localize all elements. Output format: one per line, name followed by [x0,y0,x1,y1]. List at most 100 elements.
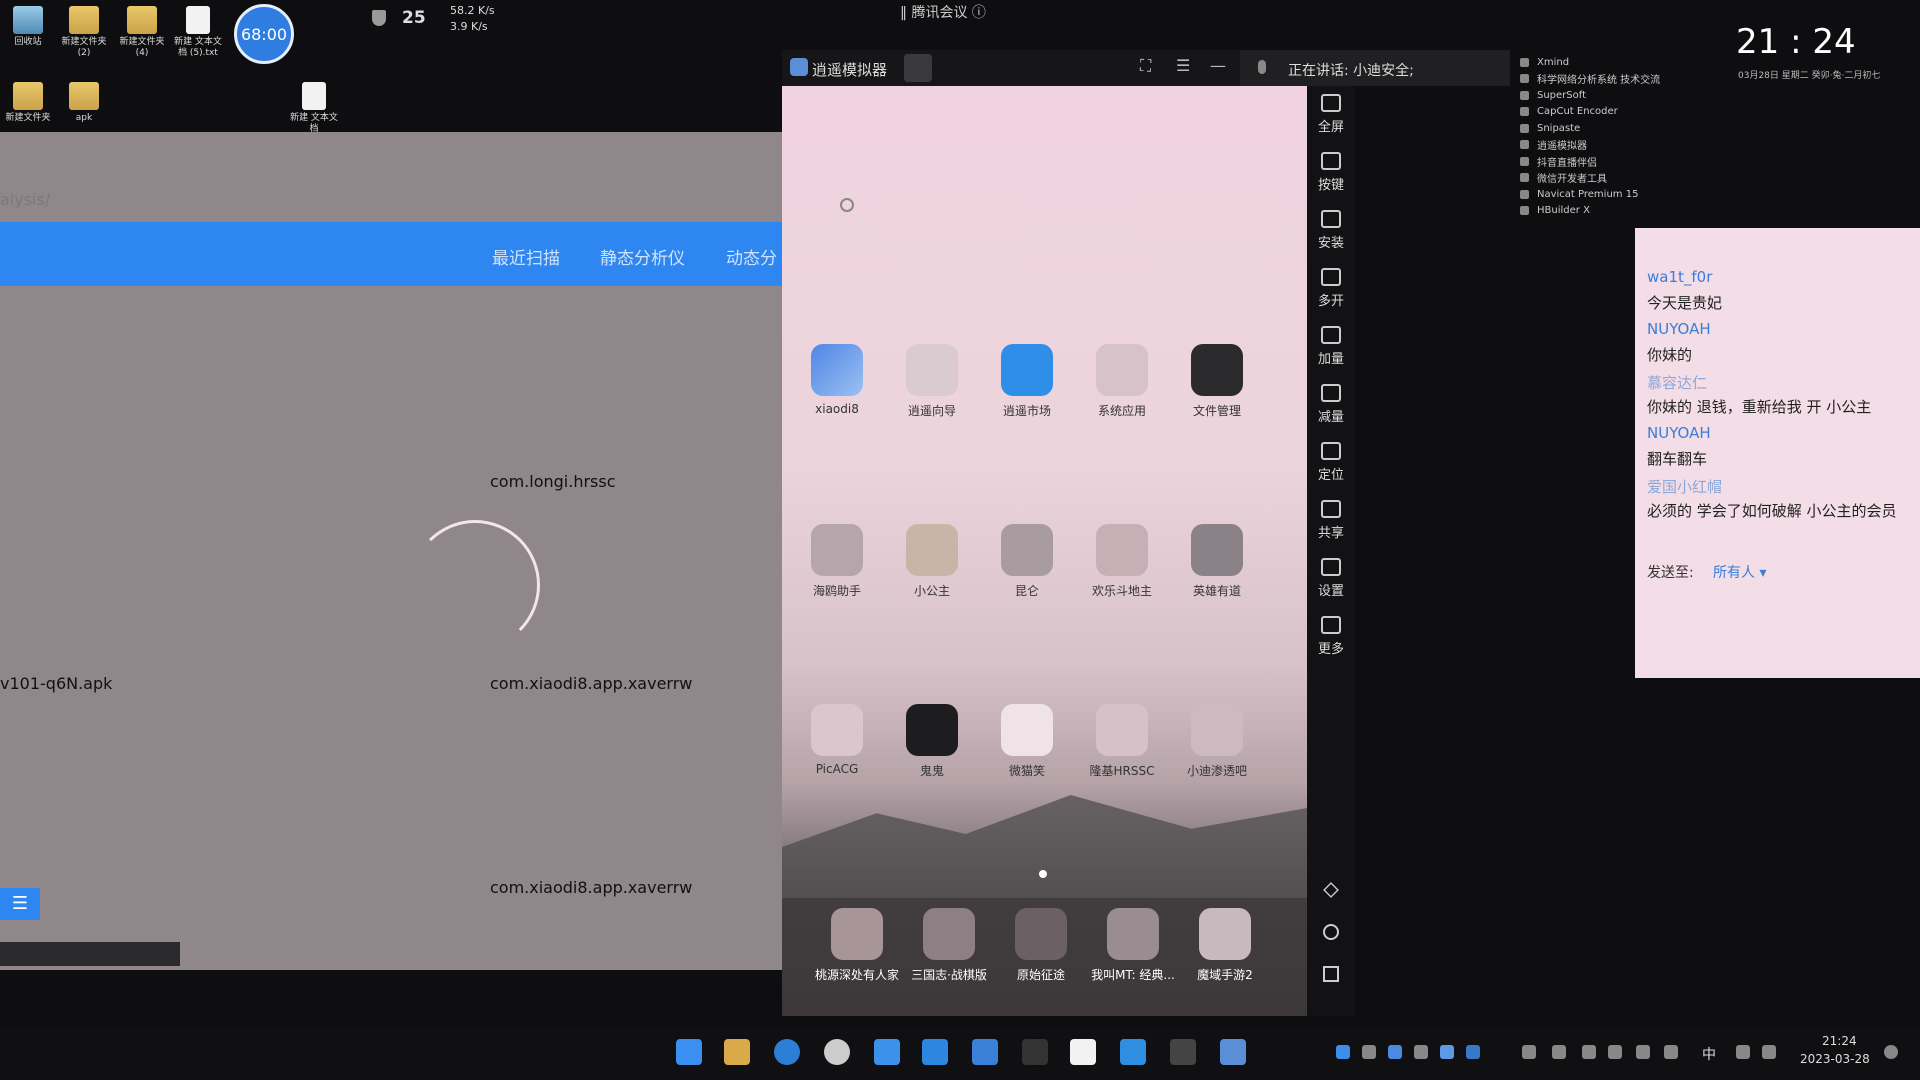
settings-gear-icon[interactable] [904,54,932,82]
widget-app[interactable]: CapCut Encoder [1520,104,1720,121]
dock-app-yuanshi[interactable]: 原始征途 [996,908,1086,983]
tool-multi[interactable]: 多开 [1307,268,1355,309]
tray-app-icon[interactable] [1440,1045,1454,1059]
dock-app-mt[interactable]: 我叫MT: 经典... [1088,908,1178,983]
widget-app[interactable]: HBuilder X [1520,203,1720,220]
app-hrssc[interactable]: 隆基HRSSC [1077,704,1167,779]
app-landlord[interactable]: 欢乐斗地主 [1077,524,1167,599]
app-file-manager[interactable]: 文件管理 [1172,344,1262,419]
tool-install[interactable]: 安装 [1307,210,1355,251]
app-market[interactable]: 逍遥市场 [982,344,1072,419]
tool-location[interactable]: 定位 [1307,442,1355,483]
tool-settings[interactable]: 设置 [1307,558,1355,599]
tray-app-icon[interactable] [1636,1045,1650,1059]
menu-icon[interactable]: ☰ [1176,56,1190,75]
tray-app-icon[interactable] [1582,1045,1596,1059]
nav-static-analyzer[interactable]: 静态分析仪 [600,244,685,269]
desktop-icon-text[interactable]: 新建 文本文档 [286,82,342,135]
dock-app-moyu[interactable]: 魔域手游2 [1180,908,1270,983]
taskbar-time[interactable]: 21:24 [1822,1034,1857,1048]
taskbar-date[interactable]: 2023-03-28 [1800,1052,1870,1066]
ime-indicator[interactable]: 中 [1702,1044,1716,1064]
tool-keymap[interactable]: 按键 [1307,152,1355,193]
tray-app-icon[interactable] [1362,1045,1376,1059]
minimize-icon[interactable]: — [1210,56,1226,75]
app-system[interactable]: 系统应用 [1077,344,1167,419]
emulator-screen: xiaodi8 逍遥向导 逍遥市场 系统应用 文件管理 海鸥助手 小公主 昆仑 … [782,86,1307,1016]
widget-app[interactable]: Navicat Premium 15 [1520,186,1720,203]
dock-app-taoyuan[interactable]: 桃源深处有人家 [812,908,902,983]
tool-more[interactable]: 更多 [1307,616,1355,657]
recents-icon[interactable] [1323,966,1339,982]
desktop-icon-apk[interactable]: apk [56,82,112,124]
app-icon[interactable] [1022,1039,1048,1065]
menu-button[interactable]: ☰ [0,888,40,920]
tray-app-icon[interactable] [1414,1045,1428,1059]
widget-app[interactable]: Snipaste [1520,120,1720,137]
app-icon [1520,123,1529,133]
tool-fullscreen[interactable]: 全屏 [1307,94,1355,135]
tray-app-icon[interactable] [1522,1045,1536,1059]
widget-app[interactable]: 逍遥模拟器 [1520,137,1720,154]
package-name[interactable]: com.longi.hrssc [490,472,616,491]
widget-app[interactable]: SuperSoft [1520,87,1720,104]
app-icon[interactable] [874,1039,900,1065]
tool-volume-down[interactable]: 减量 [1307,384,1355,425]
address-text[interactable]: alysis/ [0,190,50,209]
app-kunlun[interactable]: 昆仑 [982,524,1072,599]
app-cat[interactable]: 微猫笑 [982,704,1072,779]
app-hero[interactable]: 英雄有道 [1172,524,1262,599]
app-xiaodi-pentest[interactable]: 小迪渗透吧 [1172,704,1262,779]
app-picacg[interactable]: PicACG [792,704,882,776]
signal-icon: ‖ [900,5,907,21]
desktop-icon-folder-4[interactable]: 新建文件夹 (4) [114,6,170,59]
package-name[interactable]: com.xiaodi8.app.xaverrw [490,674,692,693]
widget-app[interactable]: 抖音直播伴侣 [1520,153,1720,170]
apk-file-name[interactable]: v101-q6N.apk [0,674,112,693]
meeting-icon[interactable] [922,1039,948,1065]
tool-volume-up[interactable]: 加量 [1307,326,1355,367]
widget-app[interactable]: 微信开发者工具 [1520,170,1720,187]
app-guide[interactable]: 逍遥向导 [887,344,977,419]
app-xiaodi8[interactable]: xiaodi8 [792,344,882,416]
desktop-icon-folder[interactable]: 新建文件夹 [0,82,56,124]
package-name[interactable]: com.xiaodi8.app.xaverrw [490,878,692,897]
app-princess[interactable]: 小公主 [887,524,977,599]
network-icon[interactable] [1736,1045,1750,1059]
dock-app-sanguo[interactable]: 三国志·战棋版 [904,908,994,983]
vscode-icon[interactable] [1120,1039,1146,1065]
tray-app-icon[interactable] [1552,1045,1566,1059]
home-icon[interactable] [1323,924,1339,940]
desktop-icon-recycle-bin[interactable]: 回收站 [0,6,56,48]
notepad-icon[interactable] [972,1039,998,1065]
edge-icon[interactable] [774,1039,800,1065]
speaker-icon[interactable] [1762,1045,1776,1059]
widget-app[interactable]: 科学网络分析系统 技术交流 [1520,71,1720,88]
nav-recent-scans[interactable]: 最近扫描 [492,244,560,269]
search-icon[interactable] [840,198,854,212]
tray-app-icon[interactable] [1336,1045,1350,1059]
widget-app[interactable]: Xmind [1520,54,1720,71]
notification-moon-icon[interactable] [1884,1045,1898,1059]
emulator-icon[interactable] [1220,1039,1246,1065]
tray-app-icon[interactable] [1608,1045,1622,1059]
fullscreen-icon[interactable]: ⛶ [1140,56,1151,76]
app-ghost[interactable]: 鬼鬼 [887,704,977,779]
tool-share[interactable]: 共享 [1307,500,1355,541]
tray-app-icon[interactable] [1466,1045,1480,1059]
desktop-icon-folder-2[interactable]: 新建文件夹 (2) [56,6,112,59]
desktop-icon-text-5[interactable]: 新建 文本文档 (5).txt [170,6,226,59]
microphone-icon[interactable] [1664,1045,1678,1059]
terminal-icon[interactable] [1170,1039,1196,1065]
timer-widget[interactable]: 68:00 [234,4,294,64]
nav-dynamic-analyzer[interactable]: 动态分 [726,244,777,269]
app-helper[interactable]: 海鸥助手 [792,524,882,599]
tray-shield-icon[interactable] [1388,1045,1402,1059]
file-explorer-icon[interactable] [724,1039,750,1065]
meeting-title[interactable]: ‖ 腾讯会议 ⓘ [900,2,986,22]
send-to-dropdown[interactable]: 所有人 ▾ [1713,562,1766,582]
typora-icon[interactable] [1070,1039,1096,1065]
start-icon[interactable] [676,1039,702,1065]
back-icon[interactable] [1323,882,1339,898]
chrome-icon[interactable] [824,1039,850,1065]
